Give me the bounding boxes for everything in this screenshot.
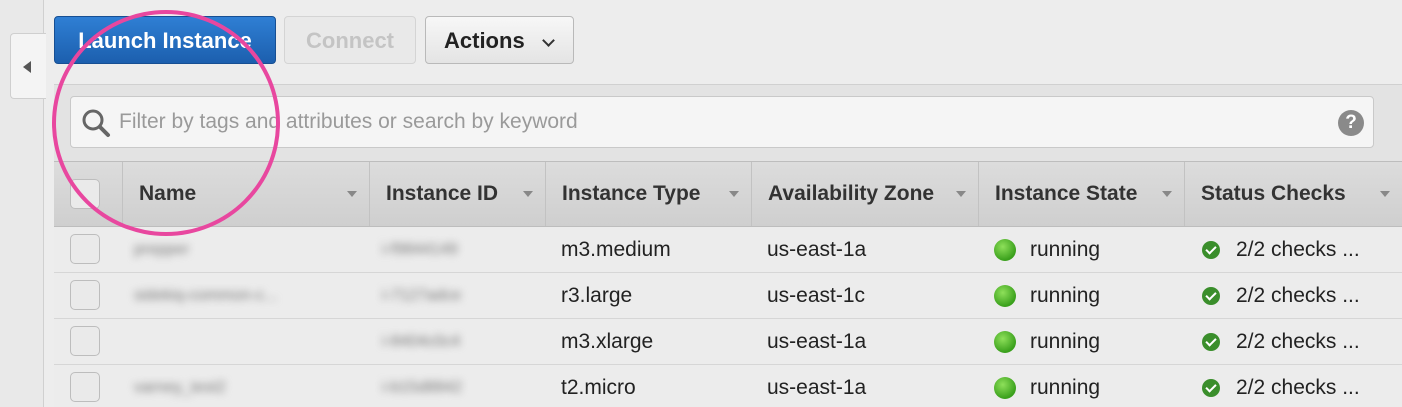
instance-id: i-8404c0c4: [382, 333, 461, 350]
checkmark-icon: [1202, 287, 1220, 305]
instance-state: running: [994, 319, 1179, 364]
connect-button[interactable]: Connect: [284, 16, 416, 64]
instance-type: r3.large: [561, 284, 633, 307]
column-header-label: Instance ID: [386, 182, 499, 205]
table-row[interactable]: i-8404c0c4 m3.xlarge us-east-1a running …: [54, 319, 1402, 365]
row-checkbox[interactable]: [70, 280, 100, 310]
column-header-instance-state[interactable]: Instance State: [978, 162, 1184, 226]
instance-name: [134, 319, 354, 364]
table-row[interactable]: prepper i-f9844149 m3.medium us-east-1a …: [54, 227, 1402, 273]
actions-label: Actions: [444, 28, 525, 53]
availability-zone: us-east-1a: [767, 238, 867, 261]
running-status-icon: [994, 239, 1016, 261]
instance-state-label: running: [1030, 238, 1101, 261]
chevron-down-icon: [542, 34, 555, 47]
column-header-status-checks[interactable]: Status Checks: [1184, 162, 1402, 226]
sidebar-collapse-toggle[interactable]: [10, 33, 46, 99]
row-checkbox[interactable]: [70, 234, 100, 264]
column-header-name[interactable]: Name: [122, 162, 369, 226]
running-status-icon: [994, 331, 1016, 353]
status-checks: 2/2 checks ...: [1202, 319, 1398, 364]
running-status-icon: [994, 377, 1016, 399]
instances-main: Launch Instance Connect Actions ? Name I…: [54, 0, 1402, 407]
table-header: Name Instance ID Instance Type Availabil…: [54, 161, 1402, 227]
column-header-label: Name: [139, 182, 197, 205]
caret-left-icon: [23, 61, 31, 73]
sort-caret-icon: [347, 191, 357, 197]
instance-id: i-f9844149: [382, 241, 458, 258]
column-header-label: Availability Zone: [768, 182, 935, 205]
column-header-label: Status Checks: [1201, 182, 1346, 205]
instance-name: varney_test2: [134, 379, 226, 396]
instance-id: i-7127adce: [382, 287, 462, 304]
search-icon: [82, 109, 110, 137]
instance-state-label: running: [1030, 330, 1101, 353]
launch-instance-button[interactable]: Launch Instance: [54, 16, 276, 64]
status-checks: 2/2 checks ...: [1202, 227, 1398, 272]
checkmark-icon: [1202, 241, 1220, 259]
table-row[interactable]: sidekiq-common-c... i-7127adce r3.large …: [54, 273, 1402, 319]
instance-type: m3.medium: [561, 238, 671, 261]
column-header-instance-id[interactable]: Instance ID: [369, 162, 545, 226]
checkmark-icon: [1202, 333, 1220, 351]
sort-caret-icon: [956, 191, 966, 197]
instance-type: t2.micro: [561, 376, 636, 399]
help-icon[interactable]: ?: [1338, 110, 1364, 136]
row-checkbox[interactable]: [70, 372, 100, 402]
column-header-instance-type[interactable]: Instance Type: [545, 162, 751, 226]
status-checks-label: 2/2 checks ...: [1236, 330, 1360, 353]
instance-state: running: [994, 273, 1179, 318]
status-checks-label: 2/2 checks ...: [1236, 376, 1360, 399]
instances-panel: ? Name Instance ID Instance Type Availab…: [54, 84, 1402, 407]
running-status-icon: [994, 285, 1016, 307]
status-checks-label: 2/2 checks ...: [1236, 238, 1360, 261]
search-bar: ?: [70, 96, 1374, 148]
instance-state: running: [994, 365, 1179, 407]
instance-state-label: running: [1030, 284, 1101, 307]
instance-state: running: [994, 227, 1179, 272]
actions-dropdown[interactable]: Actions: [425, 16, 574, 64]
column-header-label: Instance State: [995, 182, 1138, 205]
instance-id: i-b15d8842: [382, 379, 463, 396]
checkmark-icon: [1202, 379, 1220, 397]
sort-caret-icon: [1380, 191, 1390, 197]
status-checks: 2/2 checks ...: [1202, 365, 1398, 407]
table-row[interactable]: varney_test2 i-b15d8842 t2.micro us-east…: [54, 365, 1402, 407]
sort-caret-icon: [1162, 191, 1172, 197]
row-checkbox[interactable]: [70, 326, 100, 356]
availability-zone: us-east-1a: [767, 376, 867, 399]
instance-state-label: running: [1030, 376, 1101, 399]
status-checks: 2/2 checks ...: [1202, 273, 1398, 318]
instance-name: sidekiq-common-c...: [134, 287, 278, 304]
select-all-checkbox[interactable]: [70, 179, 100, 209]
search-input[interactable]: [119, 105, 1299, 139]
instance-type: m3.xlarge: [561, 330, 654, 353]
availability-zone: us-east-1a: [767, 330, 867, 353]
status-checks-label: 2/2 checks ...: [1236, 284, 1360, 307]
column-header-label: Instance Type: [562, 182, 701, 205]
sort-caret-icon: [523, 191, 533, 197]
availability-zone: us-east-1c: [767, 284, 866, 307]
column-header-availability-zone[interactable]: Availability Zone: [751, 162, 978, 226]
instance-name: prepper: [134, 241, 190, 258]
sort-caret-icon: [729, 191, 739, 197]
